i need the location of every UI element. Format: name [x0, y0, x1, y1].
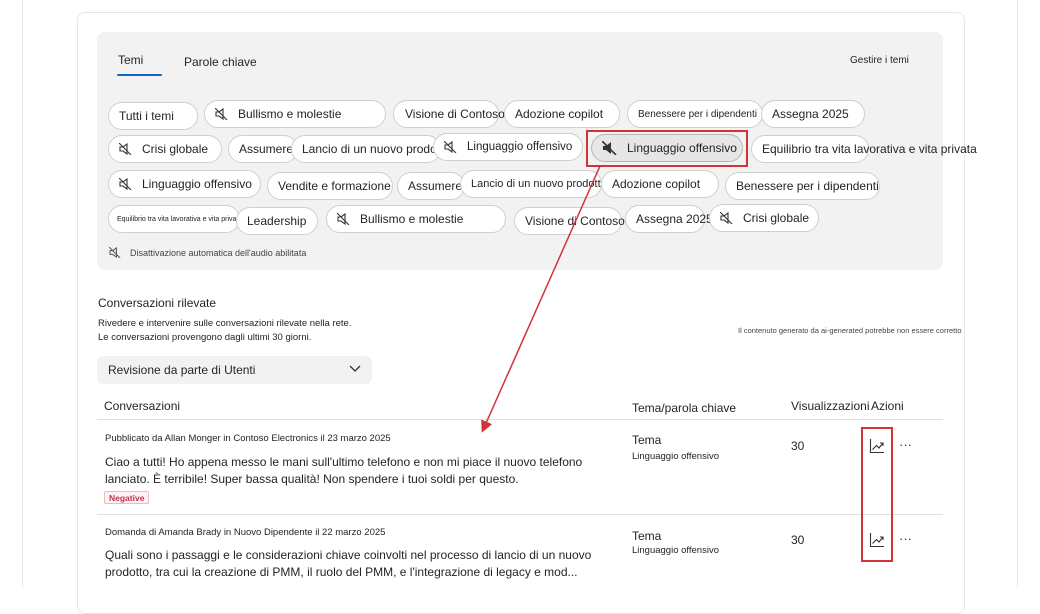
actions-highlight-box [861, 427, 893, 562]
topic-pill[interactable]: Lancio di un nuovo prodotto [291, 135, 450, 163]
pill-label: Equilibrio tra vita lavorativa e vita pr… [762, 142, 977, 156]
pill-label: Adozione copilot [612, 177, 701, 191]
post-meta: Domanda di Amanda Brady in Nuovo Dipende… [105, 527, 386, 538]
topic-pill[interactable]: Bullismo e molestie [326, 205, 506, 233]
pill-label: Assegna 2025 [772, 107, 849, 121]
pill-label: Assumere [239, 142, 294, 156]
topic-pill[interactable]: Adozione copilot [504, 100, 620, 128]
topic-pill[interactable]: Equilibrio tra vita lavorativa e vita pr… [751, 135, 977, 163]
pill-label: Bullismo e molestie [360, 212, 464, 226]
pill-label: Adozione copilot [515, 107, 604, 121]
speaker-muted-icon [119, 178, 132, 190]
speaker-muted-icon [109, 247, 121, 258]
topic-pill[interactable]: Linguaggio offensivo [433, 133, 583, 161]
more-options-button[interactable]: ··· [899, 531, 912, 546]
column-header-views: Visualizzazioni [791, 399, 870, 413]
pill-label: Visione di Contoso [525, 214, 625, 228]
page-border-left [22, 0, 23, 587]
speaker-muted-icon [444, 141, 457, 153]
topic-pill[interactable]: Linguaggio offensivo [108, 170, 261, 198]
topic-pill[interactable]: Assegna 2025 [761, 100, 865, 128]
table-divider [97, 514, 943, 515]
more-options-button[interactable]: ··· [899, 437, 912, 452]
pill-label: Lancio di un nuovo prodotto [302, 142, 451, 156]
column-header-topic: Tema/parola chiave [632, 401, 737, 415]
auto-mute-status: Disattivazione automatica dell'audio abi… [109, 247, 306, 258]
topic-pill[interactable]: Benessere per i dipendenti [725, 172, 880, 200]
ai-disclaimer: Il contenuto generato da ai-generated po… [738, 326, 962, 335]
pill-label: Assumere [408, 179, 463, 193]
pill-label: Vendite e formazione [278, 179, 391, 193]
section-description: Rivedere e intervenire sulle conversazio… [98, 318, 352, 329]
sentiment-badge: Negative [104, 491, 150, 504]
pill-label: Linguaggio offensivo [467, 141, 573, 153]
post-text[interactable]: Quali sono i passaggi e le considerazion… [105, 547, 605, 581]
section-description: Le conversazioni provengono dagli ultimi… [98, 332, 312, 343]
view-count: 30 [791, 439, 805, 453]
topic-pill[interactable]: Adozione copilot [601, 170, 719, 198]
topic-pill[interactable]: Visione di Contoso [514, 207, 625, 235]
topic-pill[interactable]: Visione di Contoso [393, 100, 505, 128]
pill-label: Lancio di un nuovo prodotto [471, 178, 607, 190]
topic-pill[interactable]: Crisi globale [709, 204, 819, 232]
pill-label: Benessere per i dipendenti [736, 179, 879, 193]
pill-label: Bullismo e molestie [238, 107, 342, 121]
topic-pill-all[interactable]: Tutti i temi [108, 102, 198, 130]
selection-highlight-box [586, 130, 748, 167]
topic-type: Tema [632, 433, 662, 447]
speaker-muted-icon [215, 108, 228, 120]
column-header-conversations: Conversazioni [104, 399, 181, 413]
pill-label: Crisi globale [743, 211, 810, 225]
pill-label: Benessere per i dipendenti [638, 108, 757, 120]
auto-mute-text: Disattivazione automatica dell'audio abi… [130, 247, 307, 258]
post-meta: Pubblicato da Allan Monger in Contoso El… [105, 433, 391, 444]
pill-label: Visione di Contoso [405, 107, 505, 121]
tab-keywords[interactable]: Parole chiave [184, 55, 257, 69]
tab-topics[interactable]: Temi [118, 53, 143, 67]
topic-name: Linguaggio offensivo [632, 451, 719, 462]
manage-topics-link[interactable]: Gestire i temi [850, 55, 909, 66]
topic-pill[interactable]: Assumere [228, 135, 298, 163]
topic-pill[interactable]: Bullismo e molestie [204, 100, 386, 128]
pill-label: Assegna 2025 [636, 212, 713, 226]
topic-pill[interactable]: Leadership [236, 207, 318, 235]
topic-pill[interactable]: Benessere per i dipendenti [627, 100, 763, 128]
topic-pill[interactable]: Vendite e formazione [267, 172, 393, 200]
speaker-muted-icon [119, 143, 132, 155]
view-count: 30 [791, 533, 805, 547]
pill-label: Crisi globale [142, 142, 209, 156]
table-divider [97, 419, 943, 420]
section-title: Conversazioni rilevate [98, 296, 217, 310]
pill-label: Equilibrio tra vita lavorativa e vita pr… [117, 215, 243, 223]
review-filter-dropdown[interactable]: Revisione da parte di Utenti [97, 356, 372, 384]
page-border-right [1017, 0, 1018, 587]
topic-pill[interactable]: Lancio di un nuovo prodotto [460, 170, 607, 198]
topic-pill[interactable]: Assumere [397, 172, 465, 200]
speaker-muted-icon [337, 213, 350, 225]
tab-active-indicator [117, 74, 162, 76]
topic-name: Linguaggio offensivo [632, 545, 719, 556]
topic-pill[interactable]: Crisi globale [108, 135, 222, 163]
topic-pill[interactable]: Assegna 2025 [625, 205, 713, 233]
pill-label: Leadership [247, 214, 307, 228]
dropdown-label: Revisione da parte di Utenti [108, 363, 256, 377]
post-text[interactable]: Ciao a tutti! Ho appena messo le mani su… [105, 454, 605, 488]
topic-pill[interactable]: Equilibrio tra vita lavorativa e vita pr… [108, 205, 243, 233]
topic-type: Tema [632, 529, 662, 543]
pill-label: Linguaggio offensivo [142, 177, 252, 191]
speaker-muted-icon [720, 212, 733, 224]
pill-label: Tutti i temi [119, 109, 174, 123]
chevron-down-icon [349, 365, 361, 372]
column-header-actions: Azioni [871, 399, 904, 413]
